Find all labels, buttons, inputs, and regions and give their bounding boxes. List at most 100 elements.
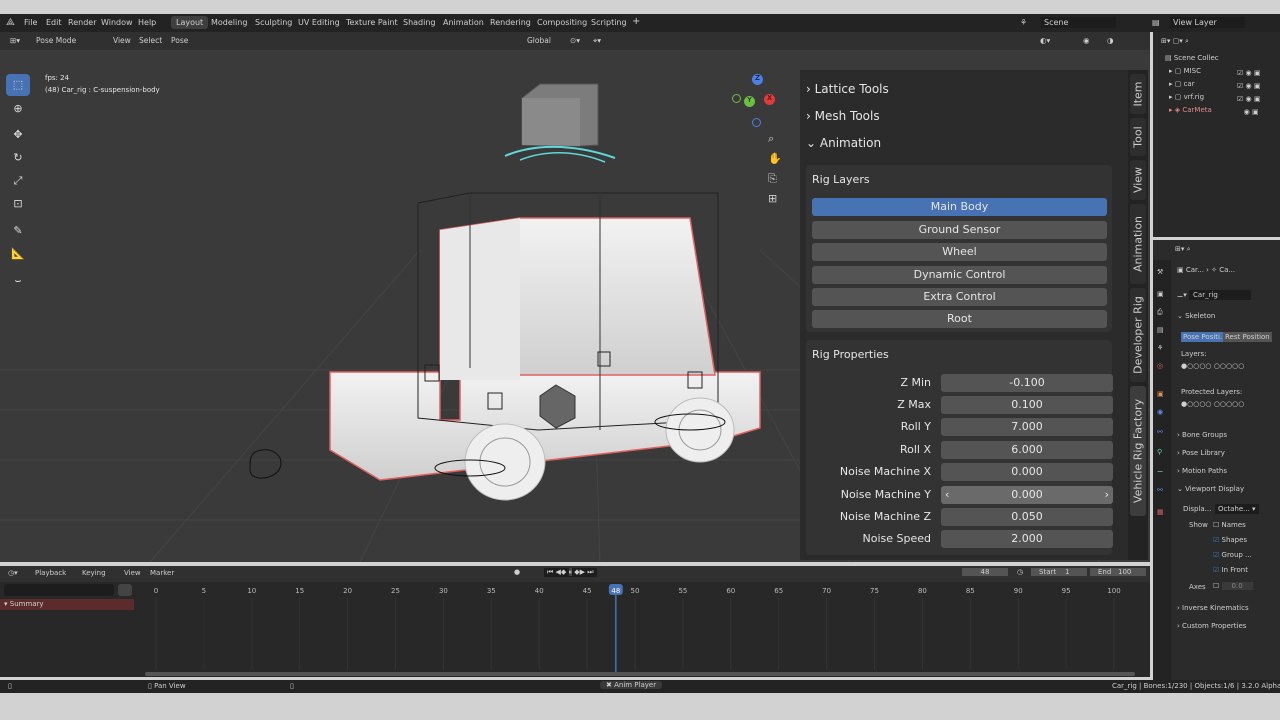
gizmo-x-axis[interactable]: X <box>764 94 775 105</box>
menu-view[interactable]: View <box>113 36 131 45</box>
timeline-sync-icon[interactable] <box>118 584 132 596</box>
tab-modeling[interactable]: Modeling <box>211 18 247 27</box>
blender-logo-icon[interactable]: ⟁ <box>6 17 15 28</box>
scene-tab-icon[interactable]: ⚘ <box>1157 344 1163 352</box>
animation-header[interactable]: ⌄ Animation <box>806 136 881 150</box>
custom-properties-section[interactable]: › Custom Properties <box>1177 622 1246 630</box>
outliner-item-car[interactable]: ▸ ▢ car <box>1169 80 1195 88</box>
tab-developer-rig[interactable]: Developer Rig <box>1130 288 1146 382</box>
menu-select[interactable]: Select <box>139 36 162 45</box>
mesh-tools-header[interactable]: › Mesh Tools <box>806 109 880 123</box>
menu-edit[interactable]: Edit <box>46 18 62 27</box>
constraints-tab-icon[interactable]: ⚯ <box>1157 428 1163 436</box>
view-layer-selector[interactable]: View Layer <box>1170 17 1245 28</box>
zoom-icon[interactable]: ⌕ <box>768 132 774 146</box>
timeline[interactable]: ▾ Summary 0 5 10 15 20 25 30 35 40 45 50 55 60 65 70 75… <box>0 582 1150 677</box>
tab-animation[interactable]: Animation <box>443 18 484 27</box>
pose-library-section[interactable]: › Pose Library <box>1177 449 1225 457</box>
tab-item[interactable]: Item <box>1130 74 1146 114</box>
visibility-eye-icons[interactable]: ☑ ◉ ▣ ☑ ◉ ▣ ☑ ◉ ▣ ◉ ▣ <box>1237 67 1260 119</box>
editor-type-icon[interactable]: ⊞▾ <box>10 36 20 45</box>
timeline-editor-icon[interactable]: ◷▾ <box>8 569 18 577</box>
menu-file[interactable]: File <box>24 18 37 27</box>
orientation-selector[interactable]: Global <box>527 36 551 45</box>
texture-tab-icon[interactable]: ▦ <box>1157 508 1164 516</box>
view-menu[interactable]: View <box>124 569 141 577</box>
z-max-field[interactable]: 0.100 <box>941 396 1113 414</box>
overlay-icon[interactable]: ◐▾ <box>1040 36 1050 45</box>
tab-tool[interactable]: Tool <box>1130 118 1146 156</box>
outliner-filter-icon[interactable]: ⊞▾ ▢▾ ⌕ <box>1161 37 1189 46</box>
tab-sculpting[interactable]: Sculpting <box>255 18 292 27</box>
layer-extra-control-button[interactable]: Extra Control <box>812 288 1107 306</box>
timeline-ruler[interactable]: 0 5 10 15 20 25 30 35 40 45 50 55 60 65 70 75 80 85 90 95 10… <box>140 582 1140 677</box>
world-tab-icon[interactable]: ◎ <box>1157 362 1163 370</box>
timeline-scrollbar[interactable] <box>145 672 1135 676</box>
pivot-icon[interactable]: ⊙▾ <box>570 36 580 45</box>
noise-machine-y-field[interactable]: ‹ 0.000 › <box>941 486 1113 504</box>
tab-scripting[interactable]: Scripting <box>591 18 627 27</box>
scale-icon[interactable]: ⤢ <box>6 170 30 192</box>
increment-arrow-icon[interactable]: › <box>1105 486 1109 504</box>
add-workspace-button[interactable]: + <box>632 16 640 27</box>
snap-icon[interactable]: ⌖▾ <box>593 36 601 46</box>
tab-shading[interactable]: Shading <box>403 18 436 27</box>
armature-tab-icon[interactable]: ⚲ <box>1157 448 1162 456</box>
end-frame-field[interactable]: End 100 <box>1090 568 1146 576</box>
menu-window[interactable]: Window <box>101 18 133 27</box>
decrement-arrow-icon[interactable]: ‹ <box>945 486 949 504</box>
skeleton-section[interactable]: ⌄ Skeleton <box>1177 312 1215 320</box>
layer-wheel-button[interactable]: Wheel <box>812 243 1107 261</box>
object-name-field[interactable]: ⚊▾ Car_rig <box>1177 290 1252 300</box>
inverse-kinematics-section[interactable]: › Inverse Kinematics <box>1177 604 1249 612</box>
annotate-icon[interactable]: ✎ <box>6 220 30 242</box>
transform-icon[interactable]: ⊡ <box>6 193 30 215</box>
layer-main-body-button[interactable]: Main Body <box>812 198 1107 216</box>
rotate-icon[interactable]: ↻ <box>6 147 30 169</box>
physics-tab-icon[interactable]: ◉ <box>1157 408 1163 416</box>
shading-solid-icon[interactable]: ◉ <box>1083 36 1090 45</box>
show-group-colors-checkbox[interactable]: ☑ Group ... <box>1213 551 1252 559</box>
properties-search[interactable]: ⊞▾ ⌕ <box>1175 245 1191 254</box>
display-as-dropdown[interactable]: Octahe... ▾ <box>1215 504 1259 514</box>
gizmo-z-axis[interactable]: Z <box>752 74 763 85</box>
view-layer-icon[interactable]: ▤ <box>1152 18 1160 27</box>
motion-paths-section[interactable]: › Motion Paths <box>1177 467 1227 475</box>
outliner-item-vrf-rig[interactable]: ▸ ▢ vrf.rig <box>1169 93 1204 101</box>
roll-y-field[interactable]: 7.000 <box>941 418 1113 436</box>
tab-texture-paint[interactable]: Texture Paint <box>346 18 398 27</box>
roll-x-field[interactable]: 6.000 <box>941 441 1113 459</box>
in-front-checkbox[interactable]: ☑ In Front <box>1213 566 1248 574</box>
shading-material-icon[interactable]: ◑ <box>1107 36 1114 45</box>
outliner-item-misc[interactable]: ▸ ▢ MISC <box>1169 67 1201 75</box>
show-names-checkbox[interactable]: ☐ Names <box>1213 521 1246 529</box>
menu-render[interactable]: Render <box>68 18 96 27</box>
mode-selector[interactable]: Pose Mode <box>36 36 76 45</box>
current-frame-field[interactable]: 48 <box>962 568 1008 576</box>
viewport-display-section[interactable]: ⌄ Viewport Display <box>1177 485 1244 493</box>
scene-selector[interactable]: Scene <box>1041 17 1116 28</box>
playback-controls-icon[interactable]: ⏮ ◀◆ ⏸ ◆▶ ⏭ <box>544 568 597 577</box>
move-icon[interactable]: ✥ <box>6 124 30 146</box>
noise-speed-field[interactable]: 2.000 <box>941 530 1113 548</box>
menu-pose[interactable]: Pose <box>171 36 188 45</box>
camera-icon[interactable]: ⎘ <box>768 172 777 186</box>
gizmo-y-axis[interactable]: Y <box>744 96 755 107</box>
marker-menu[interactable]: Marker <box>150 569 174 577</box>
protected-layers-grid[interactable]: ●○○○○ ○○○○○ <box>1181 400 1244 408</box>
pan-hand-icon[interactable]: ✋ <box>768 152 782 165</box>
summary-channel[interactable]: ▾ Summary <box>0 599 134 610</box>
show-shapes-checkbox[interactable]: ☑ Shapes <box>1213 536 1247 544</box>
select-box-icon[interactable]: ⬚ <box>6 74 30 96</box>
start-frame-field[interactable]: Start 1 <box>1031 568 1087 576</box>
tab-uv-editing[interactable]: UV Editing <box>298 18 340 27</box>
output-tab-icon[interactable]: ⎙ <box>1157 308 1163 317</box>
tab-layout[interactable]: Layout <box>171 16 209 29</box>
tab-vehicle-rig-factory[interactable]: Vehicle Rig Factory <box>1130 386 1146 516</box>
menu-help[interactable]: Help <box>138 18 156 27</box>
view-layer-tab-icon[interactable]: ▤ <box>1157 326 1164 334</box>
grid-view-icon[interactable]: ⊞ <box>768 192 777 205</box>
timeline-search[interactable] <box>4 584 114 596</box>
pose-position-button[interactable]: Pose Positi... <box>1181 332 1229 342</box>
z-min-field[interactable]: -0.100 <box>941 374 1113 392</box>
